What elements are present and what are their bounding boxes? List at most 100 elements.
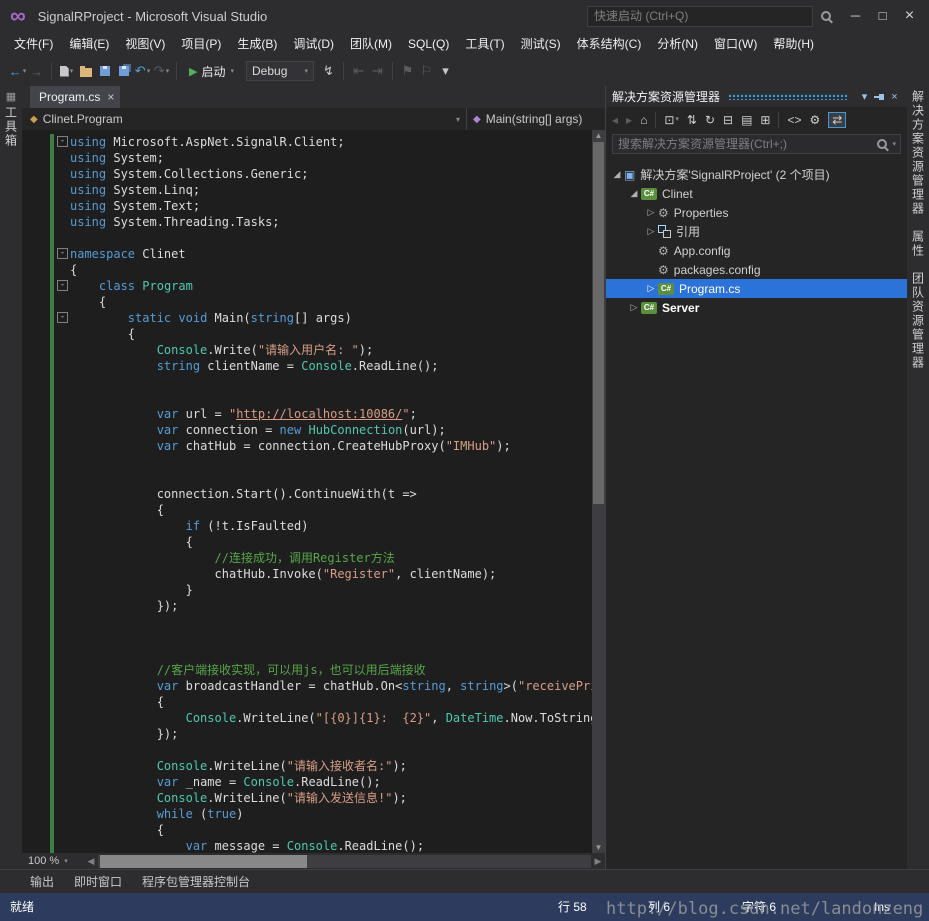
- tree-item[interactable]: ▷引用: [606, 222, 907, 241]
- search-icon[interactable]: [877, 139, 888, 150]
- visual-studio-window: ∞ SignalRProject - Microsoft Visual Stud…: [0, 0, 929, 921]
- new-file-icon[interactable]: ▾: [57, 60, 76, 82]
- menu-item[interactable]: 视图(V): [117, 32, 173, 56]
- menu-item[interactable]: 调试(D): [285, 32, 342, 56]
- menu-item[interactable]: 测试(S): [513, 32, 569, 56]
- quick-launch-input[interactable]: [587, 6, 813, 27]
- tree-item[interactable]: ▷C#Server: [606, 298, 907, 317]
- find-in-files-icon[interactable]: ⇤: [349, 60, 368, 82]
- scroll-left-icon[interactable]: ◀: [84, 856, 98, 867]
- navigate-forward-icon[interactable]: →: [27, 60, 46, 82]
- pending-filter-icon[interactable]: ⇅: [687, 113, 697, 127]
- scope-icon[interactable]: ⊡▾: [664, 113, 679, 127]
- redo-icon[interactable]: ↷▾: [152, 60, 171, 82]
- fold-toggle-icon[interactable]: -: [57, 280, 68, 291]
- bookmark-icon[interactable]: ⚑: [398, 60, 417, 82]
- tree-item[interactable]: ▷⚙Properties: [606, 203, 907, 222]
- find-next-icon[interactable]: ⇥: [368, 60, 387, 82]
- rail-tab-0[interactable]: 解决方案资源管理器: [910, 90, 927, 216]
- menu-item[interactable]: 分析(N): [649, 32, 706, 56]
- drag-grip[interactable]: [728, 93, 848, 100]
- expander-icon[interactable]: ◢: [627, 188, 641, 199]
- show-all-files-icon[interactable]: ▤: [741, 113, 752, 127]
- close-tab-icon[interactable]: ×: [107, 90, 114, 104]
- expander-icon[interactable]: ▷: [644, 207, 658, 218]
- menu-item[interactable]: 文件(F): [6, 32, 61, 56]
- view-code-icon[interactable]: <>: [787, 113, 801, 127]
- menu-item[interactable]: 体系结构(C): [569, 32, 650, 56]
- auto-hide-pin-icon[interactable]: [873, 91, 886, 103]
- rail-tab-1[interactable]: 属性: [910, 230, 927, 258]
- minimize-button[interactable]: ─: [842, 0, 869, 32]
- navigate-back-icon[interactable]: ←▾: [8, 60, 27, 82]
- solution-explorer-header[interactable]: 解决方案资源管理器 ▾ ×: [606, 86, 907, 107]
- menu-item[interactable]: 帮助(H): [765, 32, 822, 56]
- tree-item[interactable]: ▷C#Program.cs: [606, 279, 907, 298]
- back-icon[interactable]: ◂: [612, 113, 618, 127]
- fold-toggle-icon[interactable]: -: [57, 312, 68, 323]
- expander-icon[interactable]: ▷: [644, 283, 658, 294]
- tree-item[interactable]: ⚙packages.config: [606, 260, 907, 279]
- tree-item[interactable]: ◢▣解决方案'SignalRProject' (2 个项目): [606, 165, 907, 184]
- solution-search-input[interactable]: [613, 136, 874, 152]
- search-icon[interactable]: [821, 11, 832, 22]
- expander-icon[interactable]: ▷: [644, 226, 658, 237]
- member-dropdown[interactable]: ◆ Main(string[] args): [467, 108, 605, 130]
- scroll-right-icon[interactable]: ▶: [591, 856, 605, 867]
- properties-window-icon[interactable]: ⊞: [760, 113, 770, 127]
- menu-item[interactable]: 窗口(W): [706, 32, 765, 56]
- zoom-selector[interactable]: 100 % ▾: [22, 855, 84, 867]
- undo-icon[interactable]: ↶▾: [133, 60, 152, 82]
- menu-item[interactable]: 团队(M): [342, 32, 400, 56]
- fold-toggle-icon[interactable]: -: [57, 248, 68, 259]
- editor-vertical-scrollbar[interactable]: ▲ ▼: [592, 130, 605, 853]
- tree-item[interactable]: ◢C#Clinet: [606, 184, 907, 203]
- configuration-value: Debug: [252, 64, 287, 78]
- menu-item[interactable]: 项目(P): [173, 32, 229, 56]
- window-position-icon[interactable]: ▾: [856, 90, 873, 103]
- expander-icon[interactable]: ▷: [627, 302, 641, 313]
- menu-item[interactable]: 工具(T): [457, 32, 512, 56]
- configuration-combo[interactable]: Debug▾: [246, 61, 314, 81]
- maximize-button[interactable]: □: [869, 0, 896, 32]
- wrench-icon[interactable]: ⚙: [810, 113, 821, 127]
- close-button[interactable]: ×: [896, 0, 923, 32]
- code-editor[interactable]: -using Microsoft.AspNet.SignalR.Client;u…: [22, 130, 605, 853]
- vertical-scroll-thumb[interactable]: [593, 142, 604, 504]
- class-icon: ◆: [30, 114, 38, 125]
- collapse-all-icon[interactable]: ⊟: [723, 113, 733, 127]
- home-icon[interactable]: ⌂: [640, 113, 647, 127]
- fold-toggle-icon[interactable]: -: [57, 136, 68, 147]
- solution-explorer-panel: 解决方案资源管理器 ▾ × ◂ ▸ ⌂ ⊡▾ ⇅ ↻ ⊟ ▤ ⊞ <> ⚙ ⇄ ▾ ◢▣解决方案'Si…: [605, 86, 907, 869]
- code-line: [22, 454, 605, 470]
- open-file-icon[interactable]: [76, 60, 95, 82]
- menu-item[interactable]: SQL(Q): [400, 32, 457, 56]
- horizontal-scroll-thumb[interactable]: [100, 855, 307, 868]
- refresh-icon[interactable]: ↻: [705, 113, 715, 127]
- bookmark-next-icon[interactable]: ⚐: [417, 60, 436, 82]
- toolbox-icon: ▦: [6, 90, 16, 103]
- editor-horizontal-scrollbar[interactable]: [98, 855, 591, 868]
- expander-icon[interactable]: ◢: [610, 169, 624, 180]
- bottom-tab[interactable]: 即时窗口: [64, 870, 132, 894]
- sync-active-document-icon[interactable]: ⇄: [828, 112, 846, 128]
- scroll-up-icon[interactable]: ▲: [592, 131, 605, 140]
- rail-tab-2[interactable]: 团队资源管理器: [910, 272, 927, 370]
- document-tab-programcs[interactable]: Program.cs ×: [30, 86, 120, 108]
- type-dropdown[interactable]: ◆ Clinet.Program ▾: [22, 108, 467, 130]
- tree-item[interactable]: ⚙App.config: [606, 241, 907, 260]
- chevron-down-icon[interactable]: ▾: [892, 140, 896, 148]
- close-panel-icon[interactable]: ×: [886, 91, 903, 103]
- menu-item[interactable]: 生成(B): [229, 32, 285, 56]
- rail-tab-toolbox[interactable]: 工具箱: [3, 106, 20, 148]
- forward-icon[interactable]: ▸: [626, 113, 632, 127]
- toolbar-overflow-icon[interactable]: ▾: [436, 60, 455, 82]
- start-debugging-button[interactable]: ▶启动▾: [182, 63, 241, 80]
- scroll-down-icon[interactable]: ▼: [592, 843, 605, 852]
- save-all-icon[interactable]: [114, 60, 133, 82]
- attach-icon[interactable]: ↯: [319, 60, 338, 82]
- bottom-tab[interactable]: 输出: [20, 870, 64, 894]
- save-icon[interactable]: [95, 60, 114, 82]
- bottom-tab[interactable]: 程序包管理器控制台: [132, 870, 260, 894]
- menu-item[interactable]: 编辑(E): [61, 32, 117, 56]
